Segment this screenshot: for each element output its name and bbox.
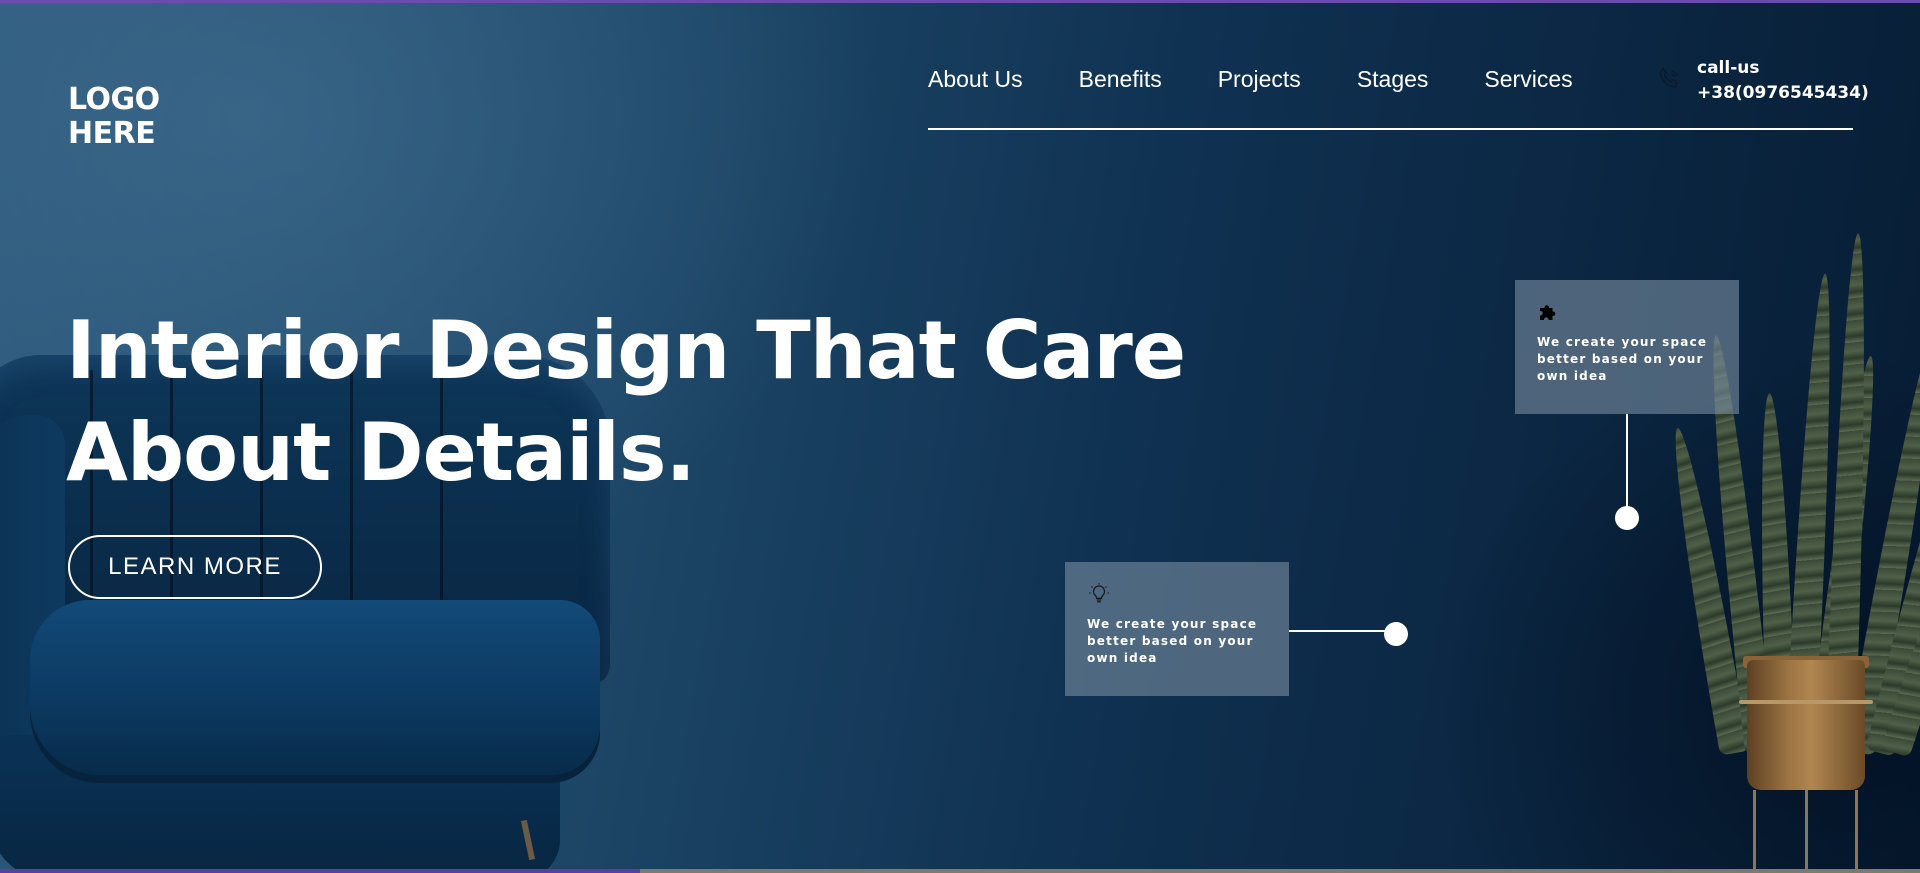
learn-more-button[interactable]: LEARN MORE xyxy=(68,535,322,599)
nav-item-about-us[interactable]: About Us xyxy=(928,62,1023,96)
plant-image xyxy=(1662,90,1920,873)
nav-item-benefits[interactable]: Benefits xyxy=(1079,62,1162,96)
info-card-puzzle: We create your space better based on you… xyxy=(1515,280,1739,414)
info-card-text: We create your space better based on you… xyxy=(1087,617,1258,665)
plant-pot xyxy=(1747,660,1865,790)
logo-line-2: HERE xyxy=(68,116,156,151)
hero-headline: Interior Design That Care About Details. xyxy=(66,300,1216,504)
hotspot-dot[interactable] xyxy=(1615,506,1639,530)
nav-underline xyxy=(928,128,1853,130)
card-connector-vertical xyxy=(1626,414,1628,508)
call-us-label: call-us xyxy=(1697,58,1760,78)
hero-headline-line-2: About Details. xyxy=(66,406,696,499)
main-nav: About Us Benefits Projects Stages Servic… xyxy=(928,62,1573,96)
plant-stand-ring xyxy=(1739,700,1873,704)
info-card-lightbulb: We create your space better based on you… xyxy=(1065,562,1289,696)
hero-section: LOGO HERE About Us Benefits Projects Sta… xyxy=(0,0,1920,873)
lightbulb-icon xyxy=(1089,583,1109,603)
hotspot-dot[interactable] xyxy=(1384,622,1408,646)
phone-icon[interactable] xyxy=(1656,66,1682,92)
nav-item-services[interactable]: Services xyxy=(1484,62,1572,96)
top-accent-stripe xyxy=(0,0,1920,3)
hero-headline-line-1: Interior Design That Care xyxy=(66,304,1186,397)
nav-item-stages[interactable]: Stages xyxy=(1357,62,1429,96)
card-connector-horizontal xyxy=(1289,630,1397,632)
bottom-accent-stripe xyxy=(0,869,640,873)
puzzle-icon xyxy=(1540,305,1556,320)
phone-number[interactable]: +38(0976545434) xyxy=(1697,81,1869,106)
logo[interactable]: LOGO HERE xyxy=(68,83,160,151)
nav-item-projects[interactable]: Projects xyxy=(1218,62,1301,96)
call-us-block[interactable]: call-us +38(0976545434) xyxy=(1697,56,1869,106)
logo-line-1: LOGO xyxy=(68,82,160,117)
info-card-text: We create your space better based on you… xyxy=(1537,335,1708,383)
armchair-seat xyxy=(30,600,600,775)
floor xyxy=(640,869,1920,873)
